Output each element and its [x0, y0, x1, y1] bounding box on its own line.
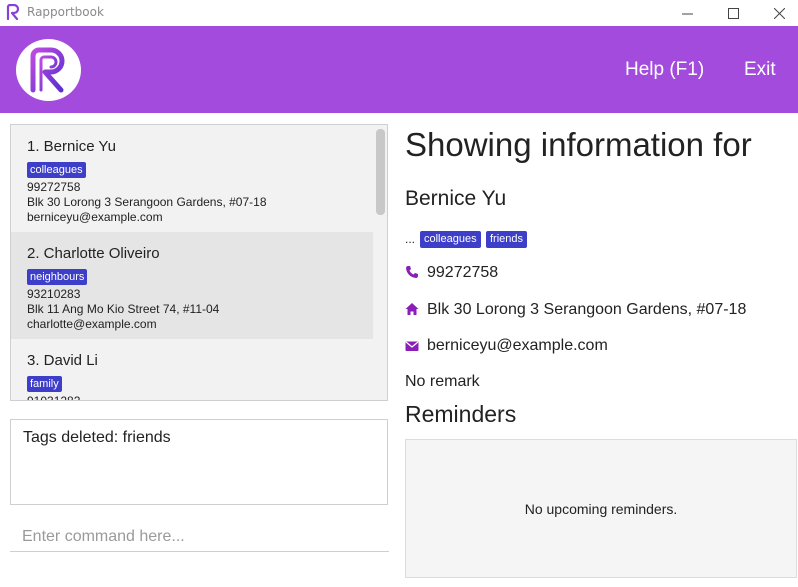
person-card[interactable]: 2. Charlotte Oliveiro neighbours 9321028…: [11, 232, 373, 339]
command-input[interactable]: [10, 522, 389, 552]
person-address: Blk 30 Lorong 3 Serangoon Gardens, #07-1…: [27, 195, 267, 209]
tag-badge: neighbours: [27, 269, 88, 285]
maximize-icon: [727, 7, 739, 19]
app-icon: [6, 4, 20, 20]
app-header: Help (F1) Exit: [0, 26, 798, 113]
result-message: Tags deleted: friends: [23, 429, 171, 446]
exit-menu[interactable]: Exit: [744, 59, 776, 81]
home-icon: [405, 303, 419, 315]
detail-remark: No remark: [405, 373, 480, 390]
detail-address: Blk 30 Lorong 3 Serangoon Gardens, #07-1…: [427, 301, 747, 318]
minimize-button[interactable]: [664, 0, 710, 26]
person-phone: 93210283: [27, 287, 81, 301]
detail-phone: 99272758: [427, 264, 499, 281]
phone-icon: [406, 266, 418, 278]
minimize-icon: [681, 13, 693, 14]
reminders-panel: No upcoming reminders.: [405, 439, 797, 578]
mail-icon: [405, 341, 419, 351]
person-name: 1. Bernice Yu: [27, 138, 116, 155]
maximize-button[interactable]: [710, 0, 756, 26]
detail-ellipsis: ...: [405, 232, 416, 246]
detail-email: berniceyu@example.com: [427, 337, 608, 354]
person-card[interactable]: 3. David Li family 91031282: [11, 339, 373, 401]
person-name: 3. David Li: [27, 352, 98, 369]
tag-badge: colleagues: [27, 162, 86, 178]
person-email: berniceyu@example.com: [27, 210, 163, 224]
app-window: Rapportbook Help (F1) Exit 1. Bernice Yu…: [0, 0, 798, 587]
reminders-heading: Reminders: [405, 401, 517, 427]
title-bar: Rapportbook: [0, 0, 798, 26]
result-display: Tags deleted: friends: [10, 419, 388, 505]
scrollbar-thumb[interactable]: [376, 129, 385, 215]
detail-tag-badge: colleagues: [420, 231, 481, 248]
reminders-empty-message: No upcoming reminders.: [524, 501, 678, 517]
close-button[interactable]: [756, 0, 798, 26]
person-card[interactable]: 1. Bernice Yu colleagues 99272758 Blk 30…: [11, 125, 373, 232]
window-title: Rapportbook: [27, 5, 104, 19]
close-icon: [773, 7, 785, 19]
detail-person-name: Bernice Yu: [405, 187, 507, 210]
person-address: Blk 11 Ang Mo Kio Street 74, #11-04: [27, 302, 220, 316]
person-name: 2. Charlotte Oliveiro: [27, 245, 160, 262]
person-list[interactable]: 1. Bernice Yu colleagues 99272758 Blk 30…: [10, 124, 388, 401]
person-email: charlotte@example.com: [27, 317, 157, 331]
list-scrollbar[interactable]: [373, 125, 387, 400]
rapportbook-r-logo-icon: [30, 47, 64, 93]
help-menu[interactable]: Help (F1): [625, 59, 704, 81]
person-phone: 99272758: [27, 180, 81, 194]
app-logo: [16, 39, 81, 101]
detail-heading: Showing information for: [405, 126, 752, 163]
person-phone: 91031282: [27, 394, 81, 401]
tag-badge: family: [27, 376, 62, 392]
detail-tag-badge: friends: [486, 231, 528, 248]
